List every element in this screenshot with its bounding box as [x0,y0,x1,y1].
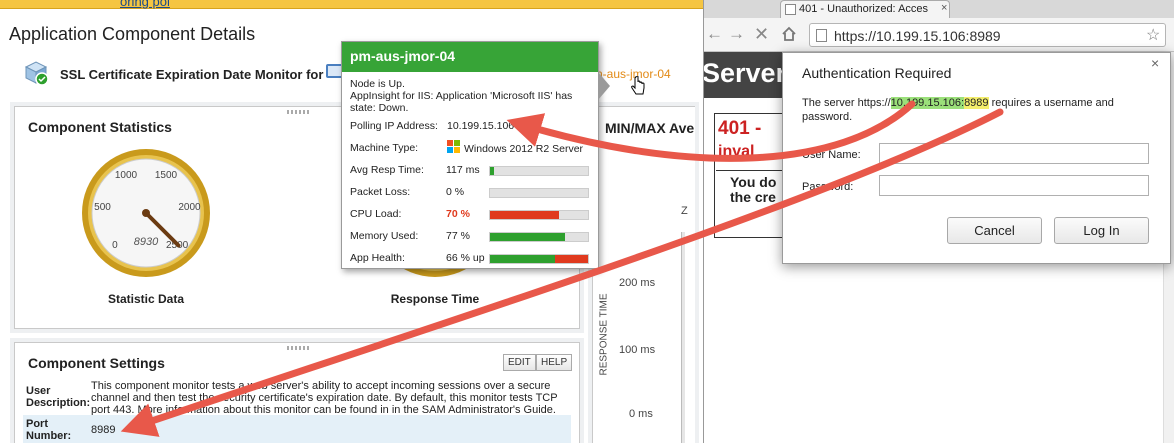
tab-title: 401 - Unauthorized: Acces [799,3,929,15]
metric-value: 117 ms [446,164,480,176]
edit-button[interactable]: EDIT [503,354,536,371]
auth-message-host: 10.199.15.106: [890,97,965,109]
app-page: oring pol Application Component Details … [0,0,703,443]
statistic-gauge: 05001000150020002500 8930 [82,149,210,277]
top-toolbar-strip: oring pol [0,0,703,9]
stop-icon[interactable]: ✕ [754,24,769,45]
address-bar[interactable]: https://10.199.15.106:8989 ☆ [809,23,1166,47]
page-title: Application Component Details [9,24,256,44]
dialog-title: Authentication Required [802,65,952,81]
gauge-tick-label: 0 [112,240,118,251]
metric-bar [489,210,589,220]
login-button[interactable]: Log In [1054,217,1149,244]
machine-type-label: Machine Type: [350,142,419,154]
username-field[interactable] [879,143,1149,164]
hand-cursor-icon [631,76,645,95]
metric-label: CPU Load: [350,208,402,220]
gauge-tick-label: 1000 [115,170,138,181]
component-monitor-icon [24,61,49,86]
zoom-label[interactable]: Z [681,205,688,217]
cancel-button[interactable]: Cancel [947,217,1042,244]
metric-bar [489,188,589,198]
y-tick-label: 100 ms [619,344,656,356]
metric-value: 70 % [446,208,470,220]
gauge-tick-label: 1500 [155,170,178,181]
panel-title: Component Settings [28,355,165,371]
metric-value: 66 % up [446,252,485,264]
node-status-text: Node is Up. [350,78,405,90]
top-strip-link[interactable]: oring pol [120,0,170,9]
bookmark-star-icon[interactable]: ☆ [1146,25,1160,45]
address-text[interactable]: https://10.199.15.106:8989 [834,28,1001,44]
panel-drag-handle[interactable] [287,110,309,114]
port-number-value: 8989 [91,424,116,436]
y-tick-label: 0 ms [629,408,653,420]
node-tooltip: pm-aus-jmor-04 Node is Up. AppInsight fo… [341,41,610,269]
app-status-text: AppInsight for IIS: Application 'Microso… [350,90,573,114]
polling-ip-label: Polling IP Address: [350,120,438,132]
username-label: User Name: [802,149,861,161]
metric-label: Avg Resp Time: [350,164,424,176]
auth-message: The server https://10.199.15.106:8989 re… [802,96,1152,124]
authentication-dialog: Authentication Required × The server htt… [782,52,1171,264]
forward-icon[interactable]: → [728,24,745,44]
metric-bar-fill [490,233,566,241]
server-banner-text: Server [703,58,787,88]
tab-strip: 401 - Unauthorized: Acces × [704,0,1174,18]
gauge-tick-label: 2000 [178,202,201,213]
user-description-label: User Description: [26,385,91,409]
tooltip-pointer [598,72,610,100]
user-description-value: This component monitor tests a web serve… [91,380,558,416]
page-favicon-icon [785,4,796,15]
port-number-label: Port Number: [26,418,72,442]
error-title-line2: inval [718,143,755,160]
metric-label: App Health: [350,252,405,264]
tooltip-node-name: pm-aus-jmor-04 [342,42,598,72]
close-icon[interactable]: × [1151,55,1159,71]
gauge-value: 8930 [134,236,159,248]
gauge-caption: Response Time [390,292,480,306]
metric-bar [489,254,589,264]
min-max-chart-panel: MIN/MAX Ave Z RESPONSE TIME 200 ms 100 m… [592,106,695,443]
gauge-tick-label: 500 [94,202,111,213]
auth-message-port: 8989 [964,97,989,109]
gauge-caption: Statistic Data [107,292,185,306]
tab-close-icon[interactable]: × [941,2,947,14]
metric-bar-fill [490,255,555,263]
metric-label: Packet Loss: [350,186,411,198]
polling-ip-value: 10.199.15.106 [447,120,515,132]
metric-bar [489,166,589,176]
panel-title: Component Statistics [28,119,172,135]
browser-toolbar: ← → ✕ https://10.199.15.106:8989 ☆ [704,18,1174,52]
monitor-title: SSL Certificate Expiration Date Monitor … [60,67,324,82]
metric-bar-fill [490,211,559,219]
error-body-line: You do [730,174,777,190]
machine-type-value: Windows 2012 R2 Server [464,143,584,155]
metric-bar-fill [490,167,494,175]
browser-tab[interactable]: 401 - Unauthorized: Acces × [780,0,950,18]
metric-bar [489,232,589,242]
metric-bar-remainder [554,255,588,263]
help-button[interactable]: HELP [536,354,573,371]
error-title: 401 - [718,118,762,139]
auth-message-prefix: The server https:// [802,97,891,109]
axis-title: RESPONSE TIME [598,293,610,376]
home-icon[interactable] [781,26,797,42]
panel-title: MIN/MAX Ave [605,120,695,136]
panel-drag-handle[interactable] [287,346,309,350]
metric-value: 77 % [446,230,470,242]
metric-value: 0 % [446,186,465,198]
password-field[interactable] [879,175,1149,196]
page-icon [816,29,827,42]
windows-icon [447,140,460,153]
back-icon[interactable]: ← [706,24,723,44]
component-settings-panel: Component Settings EDIT HELP User Descri… [14,342,580,443]
error-body-line: the cre [730,189,776,205]
metric-label: Memory Used: [350,230,419,242]
y-tick-label: 200 ms [619,277,656,289]
chart-scrollbar[interactable] [681,232,685,443]
password-label: Password: [802,181,854,193]
error-body: You do the cre [730,175,776,205]
